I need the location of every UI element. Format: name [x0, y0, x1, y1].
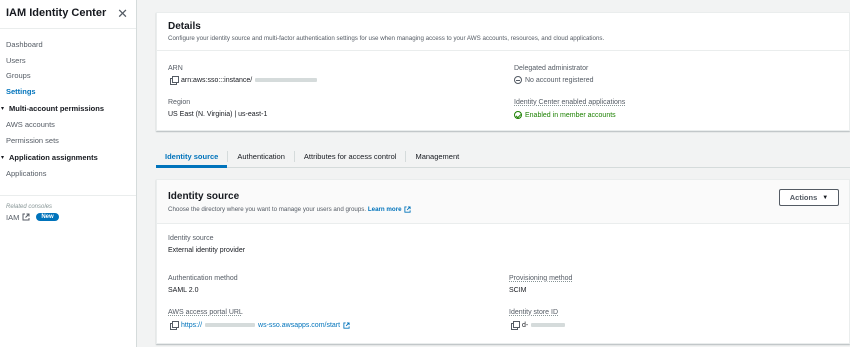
enabled-apps-label[interactable]: Identity Center enabled applications [514, 99, 625, 106]
sidebar-section-application-assignments[interactable]: ▾ Application assignments [0, 150, 136, 166]
redacted-text [255, 78, 318, 82]
auth-method-value: SAML 2.0 [168, 287, 199, 294]
sidebar-item-settings[interactable]: Settings [0, 84, 136, 100]
external-link-icon [404, 206, 411, 213]
tab-authentication[interactable]: Authentication [228, 146, 294, 167]
portal-url-prefix[interactable]: https:// [181, 322, 202, 329]
identity-source-title: Identity source [168, 191, 240, 202]
close-icon[interactable]: ✕ [117, 7, 128, 20]
tab-attributes-access-control[interactable]: Attributes for access control [295, 146, 406, 167]
sidebar-item-aws-accounts[interactable]: AWS accounts [0, 117, 136, 133]
identity-source-description-text: Choose the directory where you want to m… [168, 206, 367, 213]
identity-store-id-value: d- [511, 321, 566, 330]
enabled-apps-text: Enabled in member accounts [525, 111, 616, 119]
actions-button[interactable]: Actions ▼ [779, 189, 839, 206]
caret-down-icon: ▾ [1, 106, 5, 112]
sidebar-title[interactable]: IAM Identity Center [6, 7, 106, 19]
arn-value: arn:aws:sso:::instance/ [170, 76, 318, 85]
caret-down-icon: ▾ [1, 155, 5, 161]
delegated-admin-label: Delegated administrator [514, 65, 589, 72]
provisioning-method-label[interactable]: Provisioning method [509, 275, 572, 282]
new-badge: New [36, 213, 59, 221]
portal-url-value: https:// ws-sso.awsapps.com/start [170, 321, 350, 330]
status-success-icon [514, 111, 522, 119]
sidebar-divider [0, 28, 136, 29]
copy-icon[interactable] [511, 321, 520, 330]
sidebar-top-items: Dashboard Users Groups Settings [0, 37, 136, 99]
tab-identity-source[interactable]: Identity source [156, 146, 228, 168]
sidebar-item-groups[interactable]: Groups [0, 68, 136, 84]
auth-method-label: Authentication method [168, 275, 238, 282]
arn-label: ARN [168, 65, 183, 72]
details-panel: Details Configure your identity source a… [156, 12, 850, 131]
identity-source-value: External identity provider [168, 247, 246, 254]
sidebar-section-label: Application assignments [9, 153, 98, 162]
learn-more-text: Learn more [367, 206, 402, 213]
external-link-icon [22, 213, 30, 221]
redacted-text [205, 323, 256, 327]
portal-url-suffix[interactable]: ws-sso.awsapps.com/start [258, 322, 340, 329]
portal-url-label[interactable]: AWS access portal URL [168, 309, 243, 316]
sidebar-item-dashboard[interactable]: Dashboard [0, 37, 136, 53]
sidebar-item-users[interactable]: Users [0, 53, 136, 69]
details-separator [157, 50, 849, 51]
arn-text: arn:aws:sso:::instance/ [181, 76, 253, 84]
delegated-admin-value: No account registered [514, 76, 593, 84]
details-header: Details Configure your identity source a… [157, 13, 849, 42]
tab-management[interactable]: Management [406, 146, 468, 167]
sidebar-item-iam[interactable]: IAM New [0, 213, 136, 222]
copy-icon[interactable] [170, 76, 179, 85]
iam-link[interactable]: IAM [6, 213, 19, 222]
learn-more-link[interactable]: Learn more [368, 206, 411, 213]
details-description: Configure your identity source and multi… [168, 35, 605, 42]
identity-source-label: Identity source [168, 235, 214, 242]
copy-icon[interactable] [170, 321, 179, 330]
identity-store-id-label[interactable]: Identity store ID [509, 309, 558, 316]
identity-source-description: Choose the directory where you want to m… [168, 206, 838, 213]
status-none-icon [514, 76, 522, 84]
external-link-icon[interactable] [343, 321, 350, 329]
related-consoles-label: Related consoles [6, 203, 53, 210]
delegated-admin-text: No account registered [525, 76, 594, 84]
identity-source-header: Identity source Choose the directory whe… [157, 180, 849, 224]
sidebar-item-permission-sets[interactable]: Permission sets [0, 133, 136, 149]
region-value: US East (N. Virginia) | us-east-1 [168, 111, 268, 118]
identity-store-id-prefix: d- [522, 321, 529, 329]
redacted-text [531, 323, 566, 327]
sidebar-section-multi-account[interactable]: ▾ Multi-account permissions [0, 101, 136, 117]
actions-button-label: Actions [789, 193, 818, 202]
details-title: Details [168, 21, 201, 32]
sidebar-header: IAM Identity Center ✕ [0, 2, 136, 24]
settings-tabs: Identity source Authentication Attribute… [156, 146, 850, 168]
sidebar-divider [0, 194, 136, 196]
identity-source-panel: Identity source Choose the directory whe… [156, 179, 850, 344]
sidebar-section-label: Multi-account permissions [9, 104, 105, 113]
sidebar-item-applications[interactable]: Applications [0, 166, 136, 182]
caret-down-icon: ▼ [822, 194, 829, 201]
provisioning-method-value: SCIM [509, 287, 527, 294]
region-label: Region [168, 99, 191, 106]
side-navigation: IAM Identity Center ✕ Dashboard Users Gr… [0, 0, 137, 347]
enabled-apps-value: Enabled in member accounts [514, 111, 616, 119]
